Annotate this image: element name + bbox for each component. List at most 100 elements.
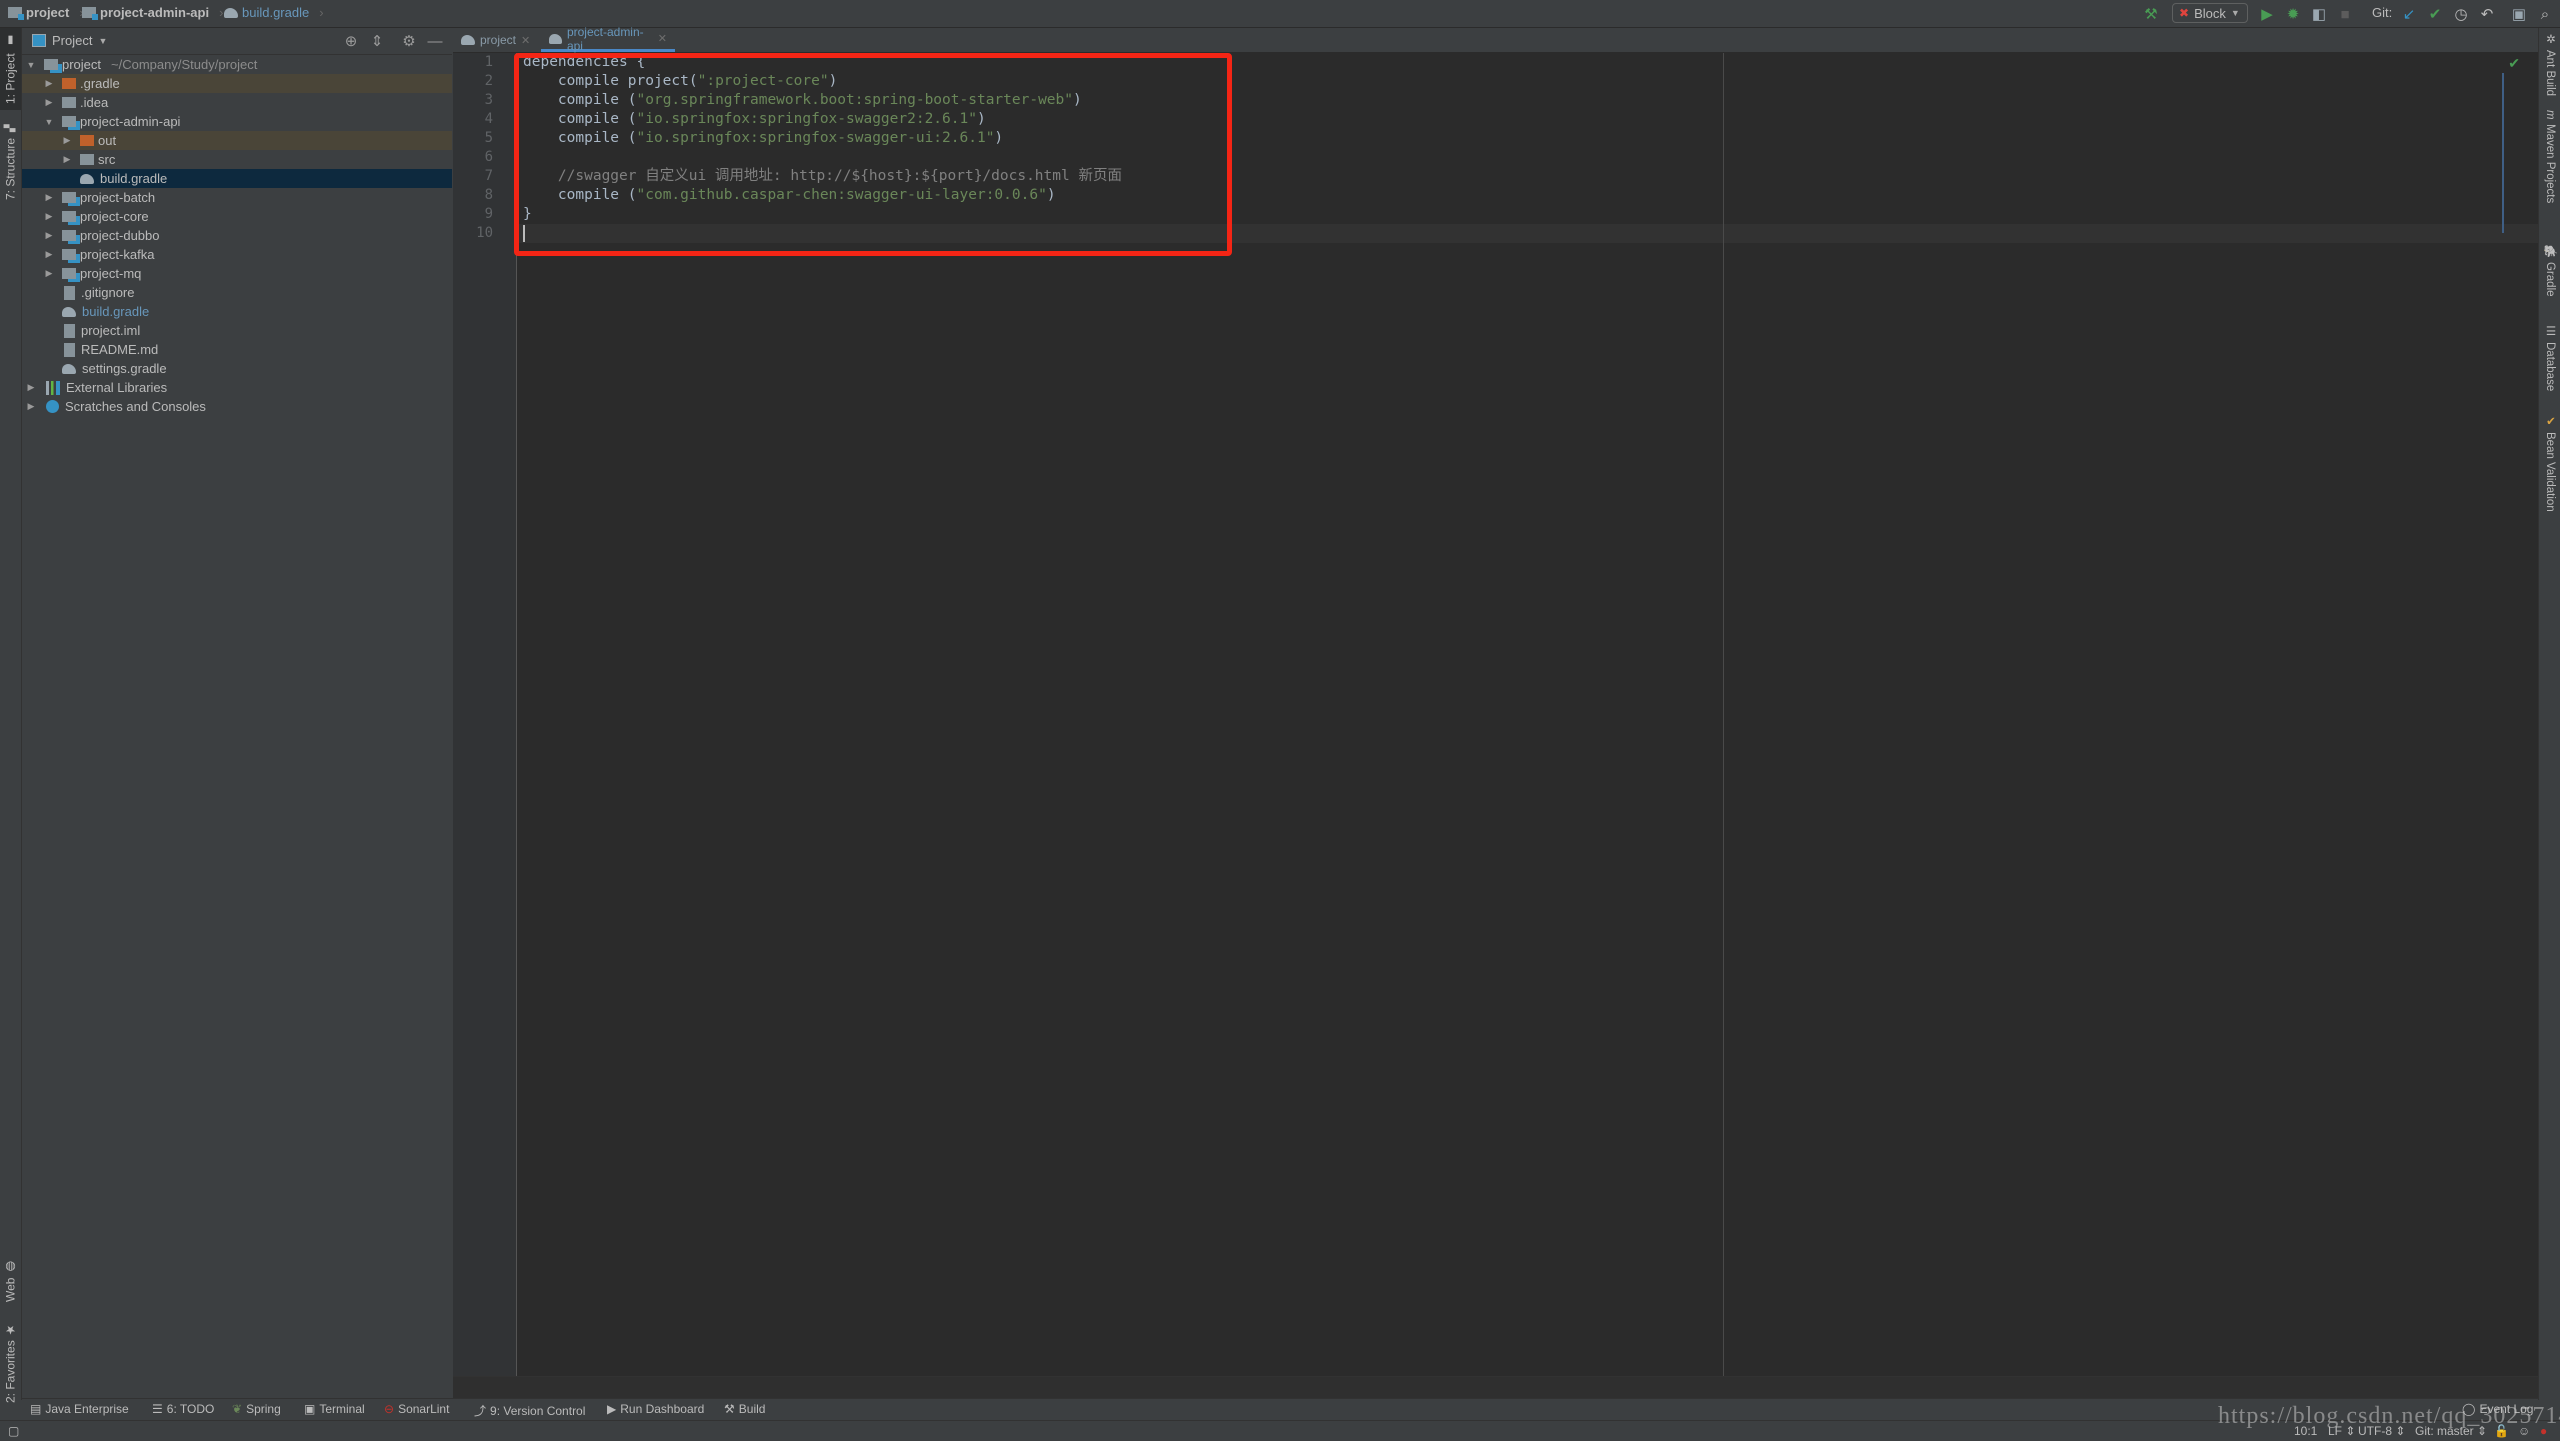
- tree-item[interactable]: ▶ out: [22, 131, 452, 150]
- tree-item-label: project-core: [80, 209, 149, 224]
- tab-label: project: [480, 33, 517, 47]
- tool-version-control[interactable]: ⤴ 9: Version Control: [474, 1402, 585, 1419]
- tree-item[interactable]: ▶ src: [22, 150, 452, 169]
- git-commit-icon[interactable]: ✔: [2426, 5, 2444, 23]
- tree-item[interactable]: ▼ project-admin-api: [22, 112, 452, 131]
- tool-label: SonarLint: [398, 1402, 450, 1416]
- project-view-selector[interactable]: Project ▼: [32, 33, 107, 48]
- tool-java-enterprise[interactable]: ▤ Java Enterprise: [30, 1402, 129, 1416]
- breadcrumb-module[interactable]: project-admin-api ›: [82, 5, 223, 20]
- tree-item[interactable]: README.md: [22, 340, 452, 359]
- navigation-bar: project › project-admin-api › build.grad…: [0, 0, 2560, 28]
- tree-item-label: project-dubbo: [80, 228, 160, 243]
- tab-ant-build[interactable]: ✲ Ant Build: [2539, 32, 2560, 102]
- tool-run-dashboard[interactable]: ▶ Run Dashboard: [607, 1402, 704, 1416]
- tree-item[interactable]: project.iml: [22, 321, 452, 340]
- tree-item[interactable]: ▶ Scratches and Consoles: [22, 397, 452, 416]
- tab-label: 7: Structure: [3, 137, 18, 200]
- tree-item[interactable]: build.gradle: [22, 302, 452, 321]
- tool-label: Build: [738, 1402, 766, 1416]
- tab-database[interactable]: ☰ Database: [2539, 324, 2560, 404]
- close-icon[interactable]: ✕: [658, 32, 667, 45]
- tree-item-label: out: [98, 133, 117, 148]
- iml-file-icon: [64, 323, 75, 338]
- tool-todo[interactable]: ☰ 6: TODO: [152, 1402, 214, 1416]
- tree-item[interactable]: ▼ project ~/Company/Study/project: [22, 55, 452, 74]
- run-configuration-dropdown[interactable]: ✖ Block ▼: [2172, 3, 2248, 23]
- search-icon[interactable]: ⌕: [2536, 5, 2554, 23]
- build-hammer-icon[interactable]: ⚒: [2142, 5, 2160, 23]
- tab-bean-validation[interactable]: ✔ Bean Validation: [2539, 414, 2560, 524]
- project-structure-icon[interactable]: ▣: [2510, 5, 2528, 23]
- expand-arrow-down-icon[interactable]: ▼: [44, 117, 54, 127]
- revert-icon[interactable]: ↶: [2478, 5, 2496, 23]
- tool-sonarlint[interactable]: ⊖ SonarLint: [384, 1402, 449, 1416]
- module-folder-icon: [62, 211, 76, 222]
- expand-arrow-right-icon[interactable]: ▶: [26, 382, 36, 393]
- line-number: 7: [484, 168, 493, 184]
- expand-arrow-right-icon[interactable]: ▶: [62, 135, 72, 146]
- breadcrumb-file[interactable]: build.gradle ›: [224, 5, 324, 20]
- tab-project[interactable]: 1: Project ▮: [0, 28, 21, 110]
- tool-label: Java Enterprise: [45, 1402, 129, 1416]
- tab-project-admin-api[interactable]: project-admin-api ✕: [541, 25, 675, 53]
- tab-label: 2: Favorites: [3, 1340, 18, 1404]
- close-icon[interactable]: ✕: [521, 34, 530, 47]
- tab-favorites[interactable]: 2: Favorites ★: [0, 1318, 21, 1408]
- tab-web[interactable]: Web ◍: [0, 1246, 21, 1316]
- debug-icon[interactable]: ✹: [2284, 5, 2302, 23]
- expand-arrow-right-icon[interactable]: ▶: [44, 97, 54, 108]
- run-icon[interactable]: ▶: [2258, 5, 2276, 23]
- tab-label: Maven Projects: [2544, 123, 2556, 203]
- tree-item[interactable]: build.gradle: [22, 169, 452, 188]
- expand-arrow-right-icon[interactable]: ▶: [44, 249, 54, 260]
- coverage-icon[interactable]: ◧: [2310, 5, 2328, 23]
- tree-item[interactable]: ▶ project-kafka: [22, 245, 452, 264]
- hide-icon[interactable]: —: [426, 32, 444, 50]
- collapse-all-icon[interactable]: ⇕: [368, 32, 386, 50]
- project-panel: Project ▼ ⊕ ⇕ ⚙ — ▼ project ~/Company/Stud…: [22, 28, 452, 1400]
- tab-gradle[interactable]: 🐘 Gradle: [2539, 244, 2560, 314]
- tab-maven-projects[interactable]: m Maven Projects: [2539, 110, 2560, 238]
- excluded-folder-icon: [80, 135, 94, 146]
- tool-terminal[interactable]: ▣ Terminal: [304, 1402, 365, 1416]
- tree-item[interactable]: ▶ External Libraries: [22, 378, 452, 397]
- locate-icon[interactable]: ⊕: [342, 32, 360, 50]
- module-folder-icon: [82, 7, 98, 20]
- git-update-icon[interactable]: ↙: [2400, 5, 2418, 23]
- expand-arrow-right-icon[interactable]: ▶: [44, 230, 54, 241]
- horizontal-scrollbar[interactable]: [453, 1376, 2538, 1399]
- gradle-icon: [224, 7, 238, 18]
- breadcrumb-project[interactable]: project ›: [8, 5, 84, 20]
- tree-item[interactable]: ▶ .gradle: [22, 74, 452, 93]
- gear-icon[interactable]: ⚙: [400, 32, 418, 50]
- line-number-gutter: 1 2 3 4 5 6 7 8 9 10: [453, 53, 517, 1376]
- expand-arrow-right-icon[interactable]: ▶: [44, 192, 54, 203]
- expand-arrow-right-icon[interactable]: ▶: [44, 211, 54, 222]
- tree-item[interactable]: ▶ project-core: [22, 207, 452, 226]
- module-folder-icon: [44, 59, 58, 70]
- tree-item[interactable]: .gitignore: [22, 283, 452, 302]
- tab-project[interactable]: project ✕: [453, 28, 539, 52]
- expand-arrow-right-icon[interactable]: ▶: [26, 401, 36, 412]
- expand-arrow-right-icon[interactable]: ▶: [44, 78, 54, 89]
- inspection-ok-icon[interactable]: ✔: [2508, 55, 2520, 72]
- tree-item[interactable]: settings.gradle: [22, 359, 452, 378]
- toggle-tool-windows-icon[interactable]: ▢: [8, 1424, 19, 1438]
- spring-icon: ❦: [232, 1402, 243, 1416]
- expand-arrow-right-icon[interactable]: ▶: [44, 268, 54, 279]
- stop-icon[interactable]: ■: [2336, 5, 2354, 23]
- tree-item[interactable]: ▶ .idea: [22, 93, 452, 112]
- tab-label: 1: Project: [3, 53, 18, 104]
- tool-spring[interactable]: ❦ Spring: [232, 1402, 281, 1416]
- tree-item[interactable]: ▶ project-mq: [22, 264, 452, 283]
- expand-arrow-down-icon[interactable]: ▼: [26, 60, 36, 70]
- tree-item[interactable]: ▶ project-batch: [22, 188, 452, 207]
- tree-item[interactable]: ▶ project-dubbo: [22, 226, 452, 245]
- history-icon[interactable]: ◷: [2452, 5, 2470, 23]
- tool-build[interactable]: ⚒ Build: [724, 1402, 765, 1416]
- tool-label: Terminal: [319, 1402, 365, 1416]
- tab-structure[interactable]: 7: Structure ▞: [0, 116, 21, 208]
- project-view-icon: [32, 34, 46, 47]
- expand-arrow-right-icon[interactable]: ▶: [62, 154, 72, 165]
